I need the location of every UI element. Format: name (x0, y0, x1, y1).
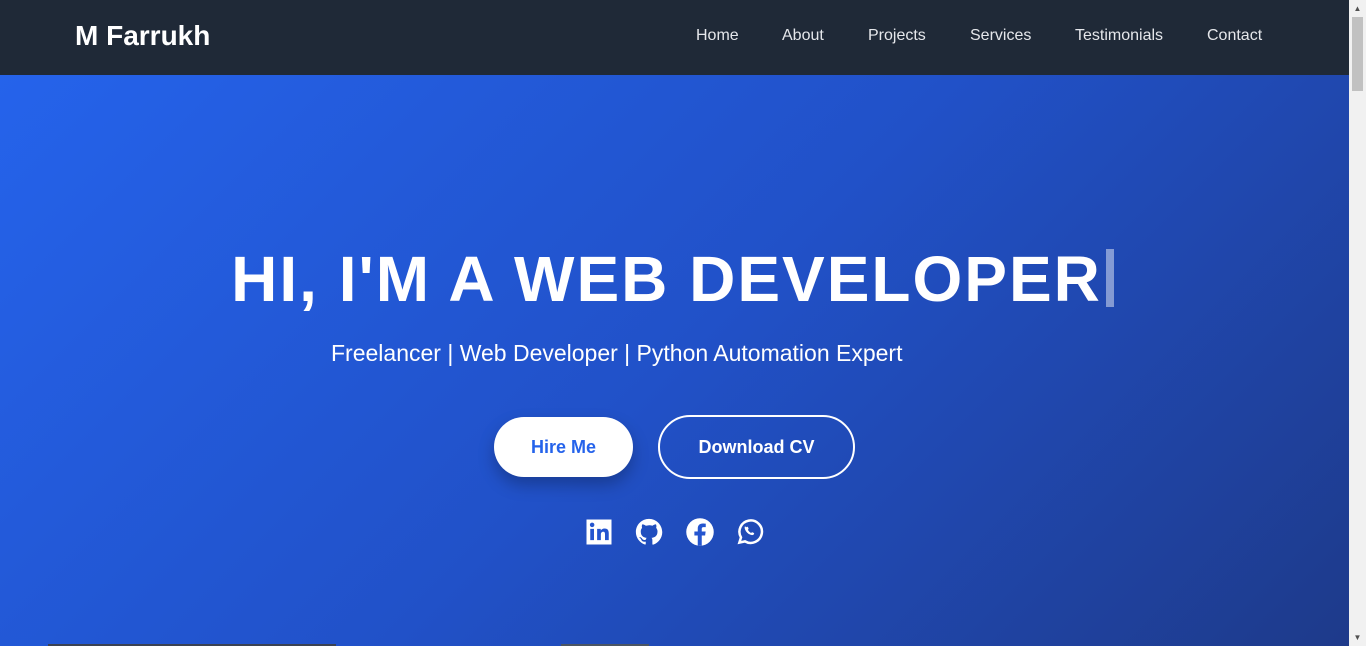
hero-title: HI, I'M A WEB DEVELOPER (0, 242, 1349, 316)
typing-cursor (1105, 249, 1114, 307)
scroll-thumb[interactable] (1352, 17, 1363, 91)
navbar: M Farrukh Home About Projects Services T… (0, 0, 1349, 75)
nav-home[interactable]: Home (696, 27, 739, 45)
nav-links: Home About Projects Services Testimonial… (0, 0, 1349, 75)
nav-services[interactable]: Services (970, 27, 1031, 45)
nav-testimonials[interactable]: Testimonials (1075, 27, 1163, 45)
download-cv-button[interactable]: Download CV (658, 415, 855, 479)
github-icon[interactable] (633, 516, 665, 548)
page-scrollbar[interactable]: ▲ ▼ (1349, 0, 1366, 646)
nav-projects[interactable]: Projects (868, 27, 926, 45)
scroll-down-arrow-icon[interactable]: ▼ (1349, 629, 1366, 646)
nav-contact[interactable]: Contact (1207, 27, 1262, 45)
nav-about[interactable]: About (782, 27, 824, 45)
hero-section: HI, I'M A WEB DEVELOPER Freelancer | Web… (0, 75, 1349, 646)
hero-subtitle: Freelancer | Web Developer | Python Auto… (331, 340, 903, 366)
facebook-icon[interactable] (684, 516, 716, 548)
scroll-up-arrow-icon[interactable]: ▲ (1349, 0, 1366, 17)
whatsapp-icon[interactable] (734, 516, 766, 548)
hire-me-button[interactable]: Hire Me (494, 417, 633, 477)
linkedin-icon[interactable] (583, 516, 615, 548)
hero-title-text: HI, I'M A WEB DEVELOPER (231, 243, 1102, 315)
